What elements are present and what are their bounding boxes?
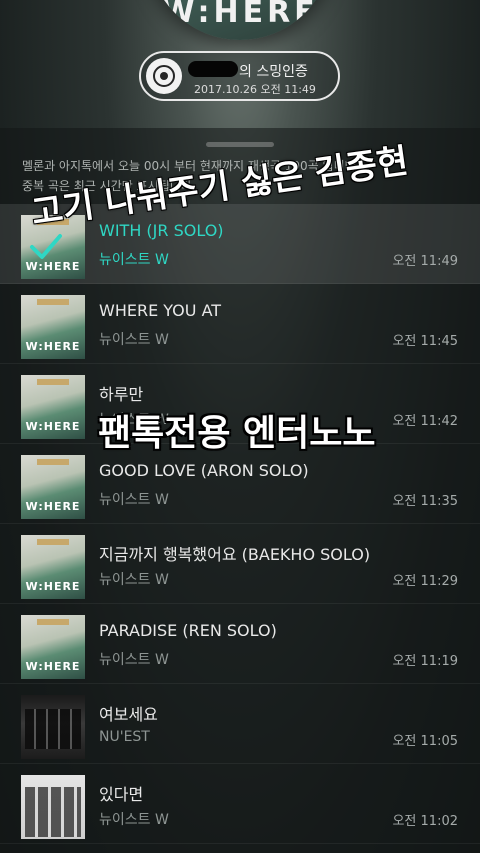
album-thumbnail: W:HERE (21, 295, 85, 359)
streaming-certificate[interactable]: 의 스밍인증 2017.10.26 오전 11:49 (139, 51, 340, 101)
song-row[interactable]: W:HERE WHERE YOU AT 뉴이스트 W 오전 11:45 (0, 284, 480, 364)
play-time: 오전 11:35 (392, 494, 458, 509)
play-time: 오전 11:05 (392, 734, 458, 749)
drag-handle[interactable] (206, 142, 274, 147)
song-row[interactable]: W:HERE 지금까지 행복했어요 (BAEKHO SOLO) 뉴이스트 W 오… (0, 524, 480, 604)
song-title: GOOD LOVE (ARON SOLO) (99, 461, 309, 480)
song-title: 있다면 (99, 785, 144, 804)
melon-disc-icon (146, 58, 182, 94)
album-thumbnail (21, 695, 85, 759)
play-time: 오전 11:45 (392, 334, 458, 349)
song-row[interactable]: W:HERE PARADISE (REN SOLO) 뉴이스트 W 오전 11:… (0, 604, 480, 684)
song-row[interactable]: W:HERE GOOD LOVE (ARON SOLO) 뉴이스트 W 오전 1… (0, 444, 480, 524)
album-thumbnail (21, 775, 85, 839)
song-row[interactable]: 여보세요 NU'EST 오전 11:05 (0, 684, 480, 764)
play-time: 오전 11:49 (392, 254, 458, 269)
play-time: 오전 11:19 (392, 654, 458, 669)
song-title: PARADISE (REN SOLO) (99, 621, 277, 640)
song-title: 여보세요 (99, 705, 158, 724)
album-thumbnail: W:HERE (21, 375, 85, 439)
song-title: WHERE YOU AT (99, 301, 222, 320)
song-list: W:HERE WITH (JR SOLO) 뉴이스트 W 오전 11:49 W:… (0, 204, 480, 844)
song-title: 지금까지 행복했어요 (BAEKHO SOLO) (99, 545, 371, 564)
redacted-username (188, 61, 238, 77)
play-time: 오전 11:29 (392, 574, 458, 589)
song-artist: 뉴이스트 W (99, 572, 169, 588)
song-row[interactable]: 있다면 뉴이스트 W 오전 11:02 (0, 764, 480, 844)
certificate-title: 의 스밍인증 (239, 64, 308, 80)
song-title: 하루만 (99, 385, 144, 404)
song-artist: 뉴이스트 W (99, 252, 169, 268)
song-title: WITH (JR SOLO) (99, 221, 224, 240)
certificate-date: 2017.10.26 오전 11:49 (194, 83, 316, 96)
album-cover-word: W:HERE (161, 0, 319, 30)
song-artist: 뉴이스트 W (99, 652, 169, 668)
play-time: 오전 11:42 (392, 414, 458, 429)
song-artist: 뉴이스트 W (99, 492, 169, 508)
album-thumbnail: W:HERE (21, 455, 85, 519)
song-artist: 뉴이스트 W (99, 332, 169, 348)
overlay-caption-2: 팬톡전용 엔터노노 (98, 413, 376, 454)
album-thumbnail: W:HERE (21, 615, 85, 679)
song-artist: NU'EST (99, 729, 150, 745)
play-time: 오전 11:02 (392, 814, 458, 829)
song-artist: 뉴이스트 W (99, 812, 169, 828)
album-thumbnail: W:HERE (21, 535, 85, 599)
